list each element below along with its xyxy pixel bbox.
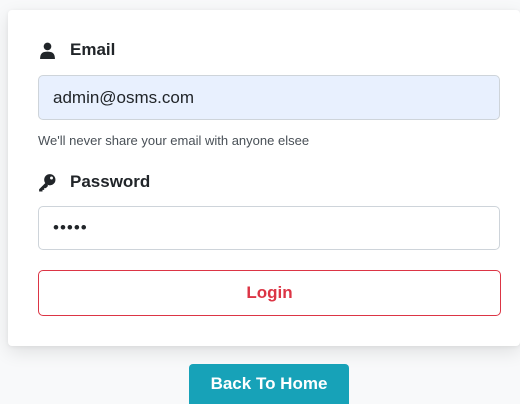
email-help-text: We'll never share your email with anyone… <box>38 133 310 148</box>
user-icon <box>38 41 56 59</box>
password-field[interactable] <box>38 206 500 250</box>
login-card: Email We'll never share your email with … <box>8 10 520 346</box>
email-field[interactable] <box>38 75 500 120</box>
login-button[interactable]: Login <box>38 270 501 316</box>
email-label-row: Email <box>38 40 115 60</box>
email-label: Email <box>70 40 116 59</box>
key-icon <box>38 173 56 191</box>
back-to-home-button[interactable]: Back To Home <box>189 364 349 404</box>
password-label: Password <box>70 172 151 191</box>
password-label-row: Password <box>38 172 150 192</box>
